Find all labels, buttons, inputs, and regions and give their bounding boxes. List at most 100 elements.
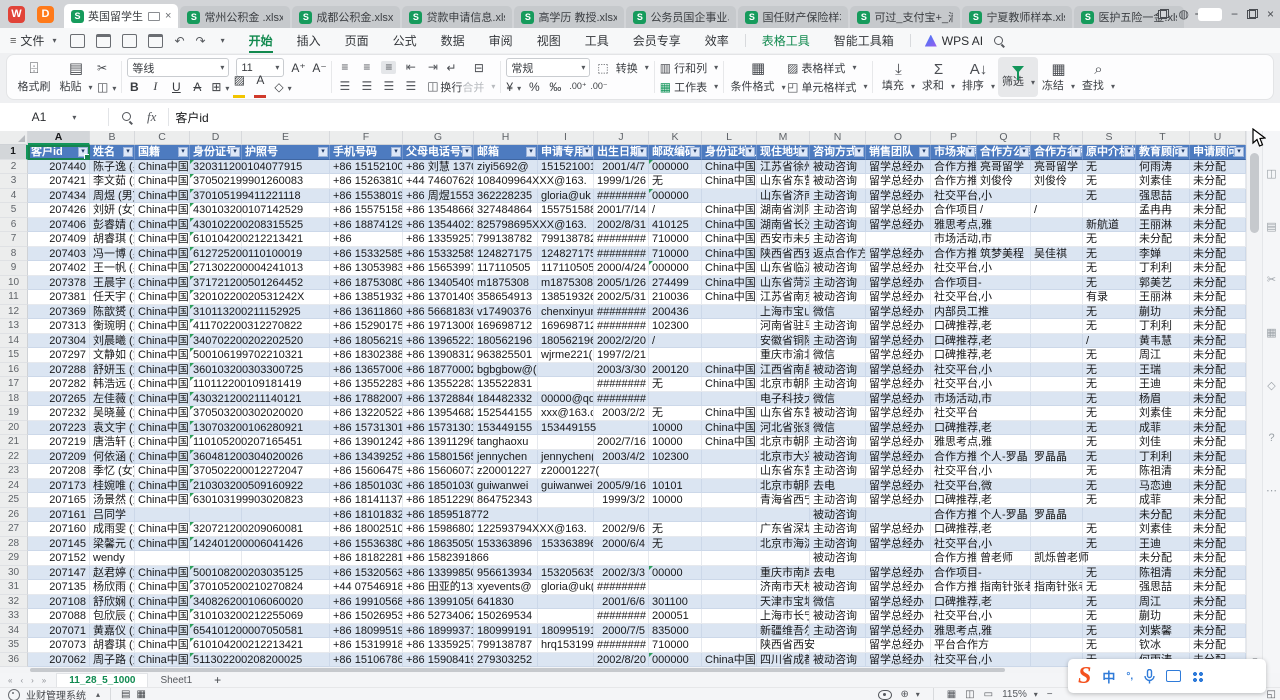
column-header-P[interactable]: P xyxy=(931,131,977,145)
cell-F17[interactable]: +86 13552283 xyxy=(330,377,403,392)
cell-L26[interactable] xyxy=(702,508,757,523)
cell-P22[interactable]: 合作方推荐 xyxy=(931,450,977,465)
cell-N32[interactable]: 微信 xyxy=(810,595,866,610)
cell-L3[interactable]: China中国 xyxy=(702,174,757,189)
minimize-icon[interactable]: − xyxy=(1231,8,1238,20)
cell-R2[interactable]: 亮哥留学 xyxy=(1031,160,1083,175)
cell-O22[interactable]: 留学总经办 xyxy=(866,450,931,465)
cell-L35[interactable] xyxy=(702,638,757,653)
cell-S14[interactable]: / xyxy=(1083,334,1136,349)
file-tab[interactable]: S国任财产保险样本.x xyxy=(738,6,848,28)
cell-H23[interactable]: z20001227 xyxy=(474,464,538,479)
stamp-icon[interactable]: ▤ xyxy=(121,689,130,700)
cell-A7[interactable]: 207409 xyxy=(28,232,90,247)
cell-B32[interactable]: 舒欣娴 (女 xyxy=(90,595,135,610)
cell-K31[interactable] xyxy=(649,580,702,595)
cell-L5[interactable]: China中国 xyxy=(702,203,757,218)
cell-D34[interactable]: 654101200007050581 xyxy=(190,624,242,639)
cell-I8[interactable]: 124827175 xyxy=(538,247,594,262)
cell-M29[interactable] xyxy=(757,551,810,566)
cell-K35[interactable]: 710000 xyxy=(649,638,702,653)
cell-U20[interactable]: 未分配 xyxy=(1190,421,1246,436)
cell-M32[interactable]: 天津市宝坻 xyxy=(757,595,810,610)
cell-B7[interactable]: 胡睿琪 (女 xyxy=(90,232,135,247)
cell-U5[interactable]: 未分配 xyxy=(1190,203,1246,218)
cell-L7[interactable]: China中国 xyxy=(702,232,757,247)
cell-D20[interactable]: 130703200106280921 xyxy=(190,421,242,436)
tab-插入[interactable]: 插入 xyxy=(285,28,333,53)
decrease-font-icon[interactable]: A⁻ xyxy=(312,61,326,75)
cell-M6[interactable]: 湖南省长沙 xyxy=(757,218,810,233)
wrap-text-button[interactable]: 换行 xyxy=(440,77,462,96)
cell-J34[interactable]: 2000/7/5 xyxy=(594,624,649,639)
cell-K8[interactable]: 710000 xyxy=(649,247,702,262)
cell-G33[interactable]: +86 52734062 xyxy=(403,609,474,624)
cell-S26[interactable] xyxy=(1083,508,1136,523)
cell-style-button[interactable]: ◰ 单元格样式▾ xyxy=(787,77,867,96)
file-tab[interactable]: S英国留学生× xyxy=(64,4,178,28)
cell-A5[interactable]: 207426 xyxy=(28,203,90,218)
cell-P34[interactable]: 雅思考点,雅 xyxy=(931,624,977,639)
cell-I20[interactable]: 153449155 xyxy=(538,421,594,436)
cell-U23[interactable]: 未分配 xyxy=(1190,464,1246,479)
cell-G30[interactable]: +86 1339985047 xyxy=(403,566,474,581)
cell-P28[interactable]: 社交平台,小 xyxy=(931,537,977,552)
cell-L30[interactable] xyxy=(702,566,757,581)
column-header-U[interactable]: U xyxy=(1190,131,1246,145)
cell-B11[interactable]: 任天宇 (女 xyxy=(90,290,135,305)
cell-J31[interactable]: ######## xyxy=(594,580,649,595)
cell-K20[interactable]: 10000 xyxy=(649,421,702,436)
cell-O16[interactable]: 留学总经办 xyxy=(866,363,931,378)
add-sheet-button[interactable]: + xyxy=(214,673,221,687)
filter-dropdown-icon[interactable]: ▾ xyxy=(690,147,700,157)
cell-T12[interactable]: 蒯玏 xyxy=(1136,305,1190,320)
cell-J13[interactable]: ######## xyxy=(594,319,649,334)
cell-D28[interactable]: 142401200006041426 xyxy=(190,537,242,552)
account-box[interactable] xyxy=(1198,8,1222,21)
cell-S30[interactable]: 无 xyxy=(1083,566,1136,581)
cell-L22[interactable] xyxy=(702,450,757,465)
cell-P16[interactable]: 社交平台,小 xyxy=(931,363,977,378)
cell-H11[interactable]: 358654913 xyxy=(474,290,538,305)
file-tab[interactable]: S公务员国企事业单位 xyxy=(626,6,736,28)
cell-N22[interactable]: 被动咨询 xyxy=(810,450,866,465)
cell-A35[interactable]: 207073 xyxy=(28,638,90,653)
cell-C32[interactable]: China中国 xyxy=(135,595,190,610)
cell-I4[interactable]: gloria@uk xyxy=(538,189,594,204)
cell-P32[interactable]: 口碑推荐,老 xyxy=(931,595,977,610)
filter-dropdown-icon[interactable]: ▾ xyxy=(582,147,592,157)
cell-J20[interactable] xyxy=(594,421,649,436)
cell-O21[interactable]: 留学总经办 xyxy=(866,435,931,450)
fullscreen-icon[interactable]: ◱ xyxy=(1267,689,1276,700)
cell-M3[interactable]: 山东省东营 xyxy=(757,174,810,189)
cell-Q29[interactable]: 曾老师 xyxy=(977,551,1031,566)
header-cell-F1[interactable]: 手机号码▾ xyxy=(330,145,403,160)
cell-K30[interactable]: 00000 xyxy=(649,566,702,581)
cell-J14[interactable]: 2002/2/20 xyxy=(594,334,649,349)
increase-indent-icon[interactable]: ⇥ xyxy=(425,61,440,74)
cell-P13[interactable]: 口碑推荐,老 xyxy=(931,319,977,334)
row-number-17[interactable]: 17 xyxy=(0,377,28,392)
cell-L29[interactable] xyxy=(702,551,757,566)
cell-R10[interactable] xyxy=(1031,276,1083,291)
cell-P31[interactable]: 合作方推荐 xyxy=(931,580,977,595)
cell-T25[interactable]: 成菲 xyxy=(1136,493,1190,508)
cell-T34[interactable]: 刘紫馨 xyxy=(1136,624,1190,639)
header-cell-J1[interactable]: 出生日期▾ xyxy=(594,145,649,160)
cell-S29[interactable] xyxy=(1083,551,1136,566)
cell-B28[interactable]: 梁馨元 (女 xyxy=(90,537,135,552)
cell-H7[interactable]: 799138782 xyxy=(474,232,538,247)
row-number-18[interactable]: 18 xyxy=(0,392,28,407)
cell-R30[interactable] xyxy=(1031,566,1083,581)
row-number-35[interactable]: 35 xyxy=(0,638,28,653)
cell-C5[interactable]: China中国 xyxy=(135,203,190,218)
cell-R14[interactable] xyxy=(1031,334,1083,349)
cell-I28[interactable]: 153363896 xyxy=(538,537,594,552)
cell-C6[interactable]: China中国 xyxy=(135,218,190,233)
cell-L36[interactable]: China中国 xyxy=(702,653,757,668)
cell-A4[interactable]: 207434 xyxy=(28,189,90,204)
cell-U7[interactable]: 未分配 xyxy=(1190,232,1246,247)
cell-U6[interactable]: 未分配 xyxy=(1190,218,1246,233)
cell-I24[interactable]: guiwanwei( xyxy=(538,479,594,494)
cell-D9[interactable]: 271302200004241013 xyxy=(190,261,242,276)
